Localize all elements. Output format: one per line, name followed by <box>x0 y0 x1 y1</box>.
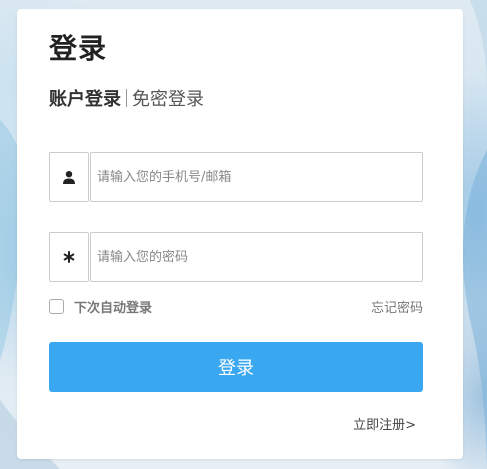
page-title: 登录 <box>49 32 108 65</box>
auto-login-label[interactable]: 下次自动登录 <box>74 297 152 316</box>
auto-login-option: 下次自动登录 <box>49 297 152 316</box>
tab-account-login[interactable]: 账户登录 <box>49 85 121 111</box>
register-link[interactable]: 立即注册> <box>353 414 416 433</box>
auto-login-checkbox[interactable] <box>49 299 64 314</box>
login-tabs: 账户登录 免密登录 <box>49 86 204 110</box>
login-card: 登录 账户登录 免密登录 下次自动登录 <box>17 9 463 459</box>
asterisk-icon <box>49 232 89 282</box>
login-button[interactable]: 登录 <box>49 342 423 392</box>
username-input[interactable] <box>90 152 423 202</box>
tab-passwordless-login[interactable]: 免密登录 <box>132 85 204 111</box>
user-icon <box>49 152 89 202</box>
forgot-password-link[interactable]: 忘记密码 <box>371 297 423 316</box>
username-field <box>49 152 423 202</box>
tab-divider <box>126 89 127 107</box>
password-input[interactable] <box>90 232 423 282</box>
password-field <box>49 232 423 282</box>
